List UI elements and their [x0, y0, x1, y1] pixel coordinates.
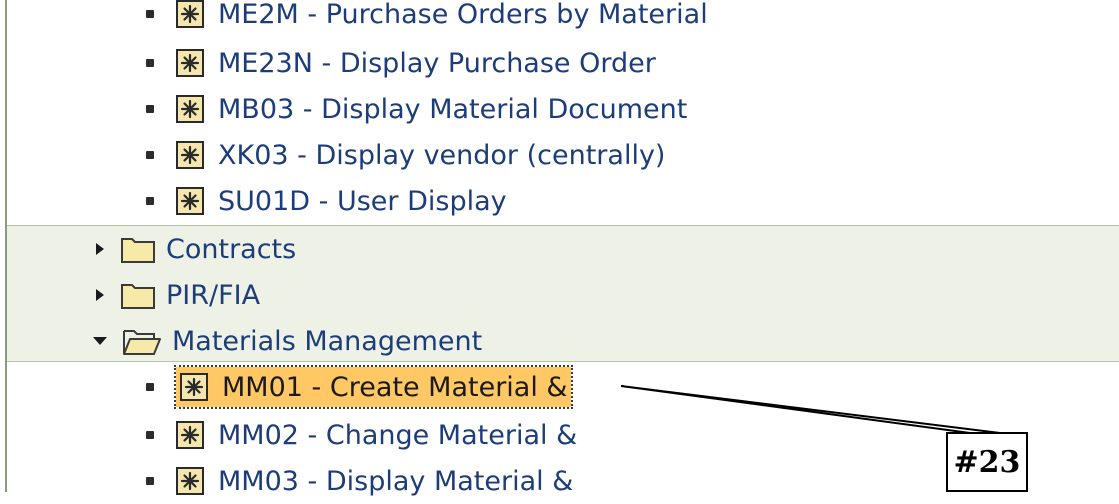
callout-pointer	[620, 385, 1001, 434]
callout-label: #23	[946, 432, 1028, 492]
